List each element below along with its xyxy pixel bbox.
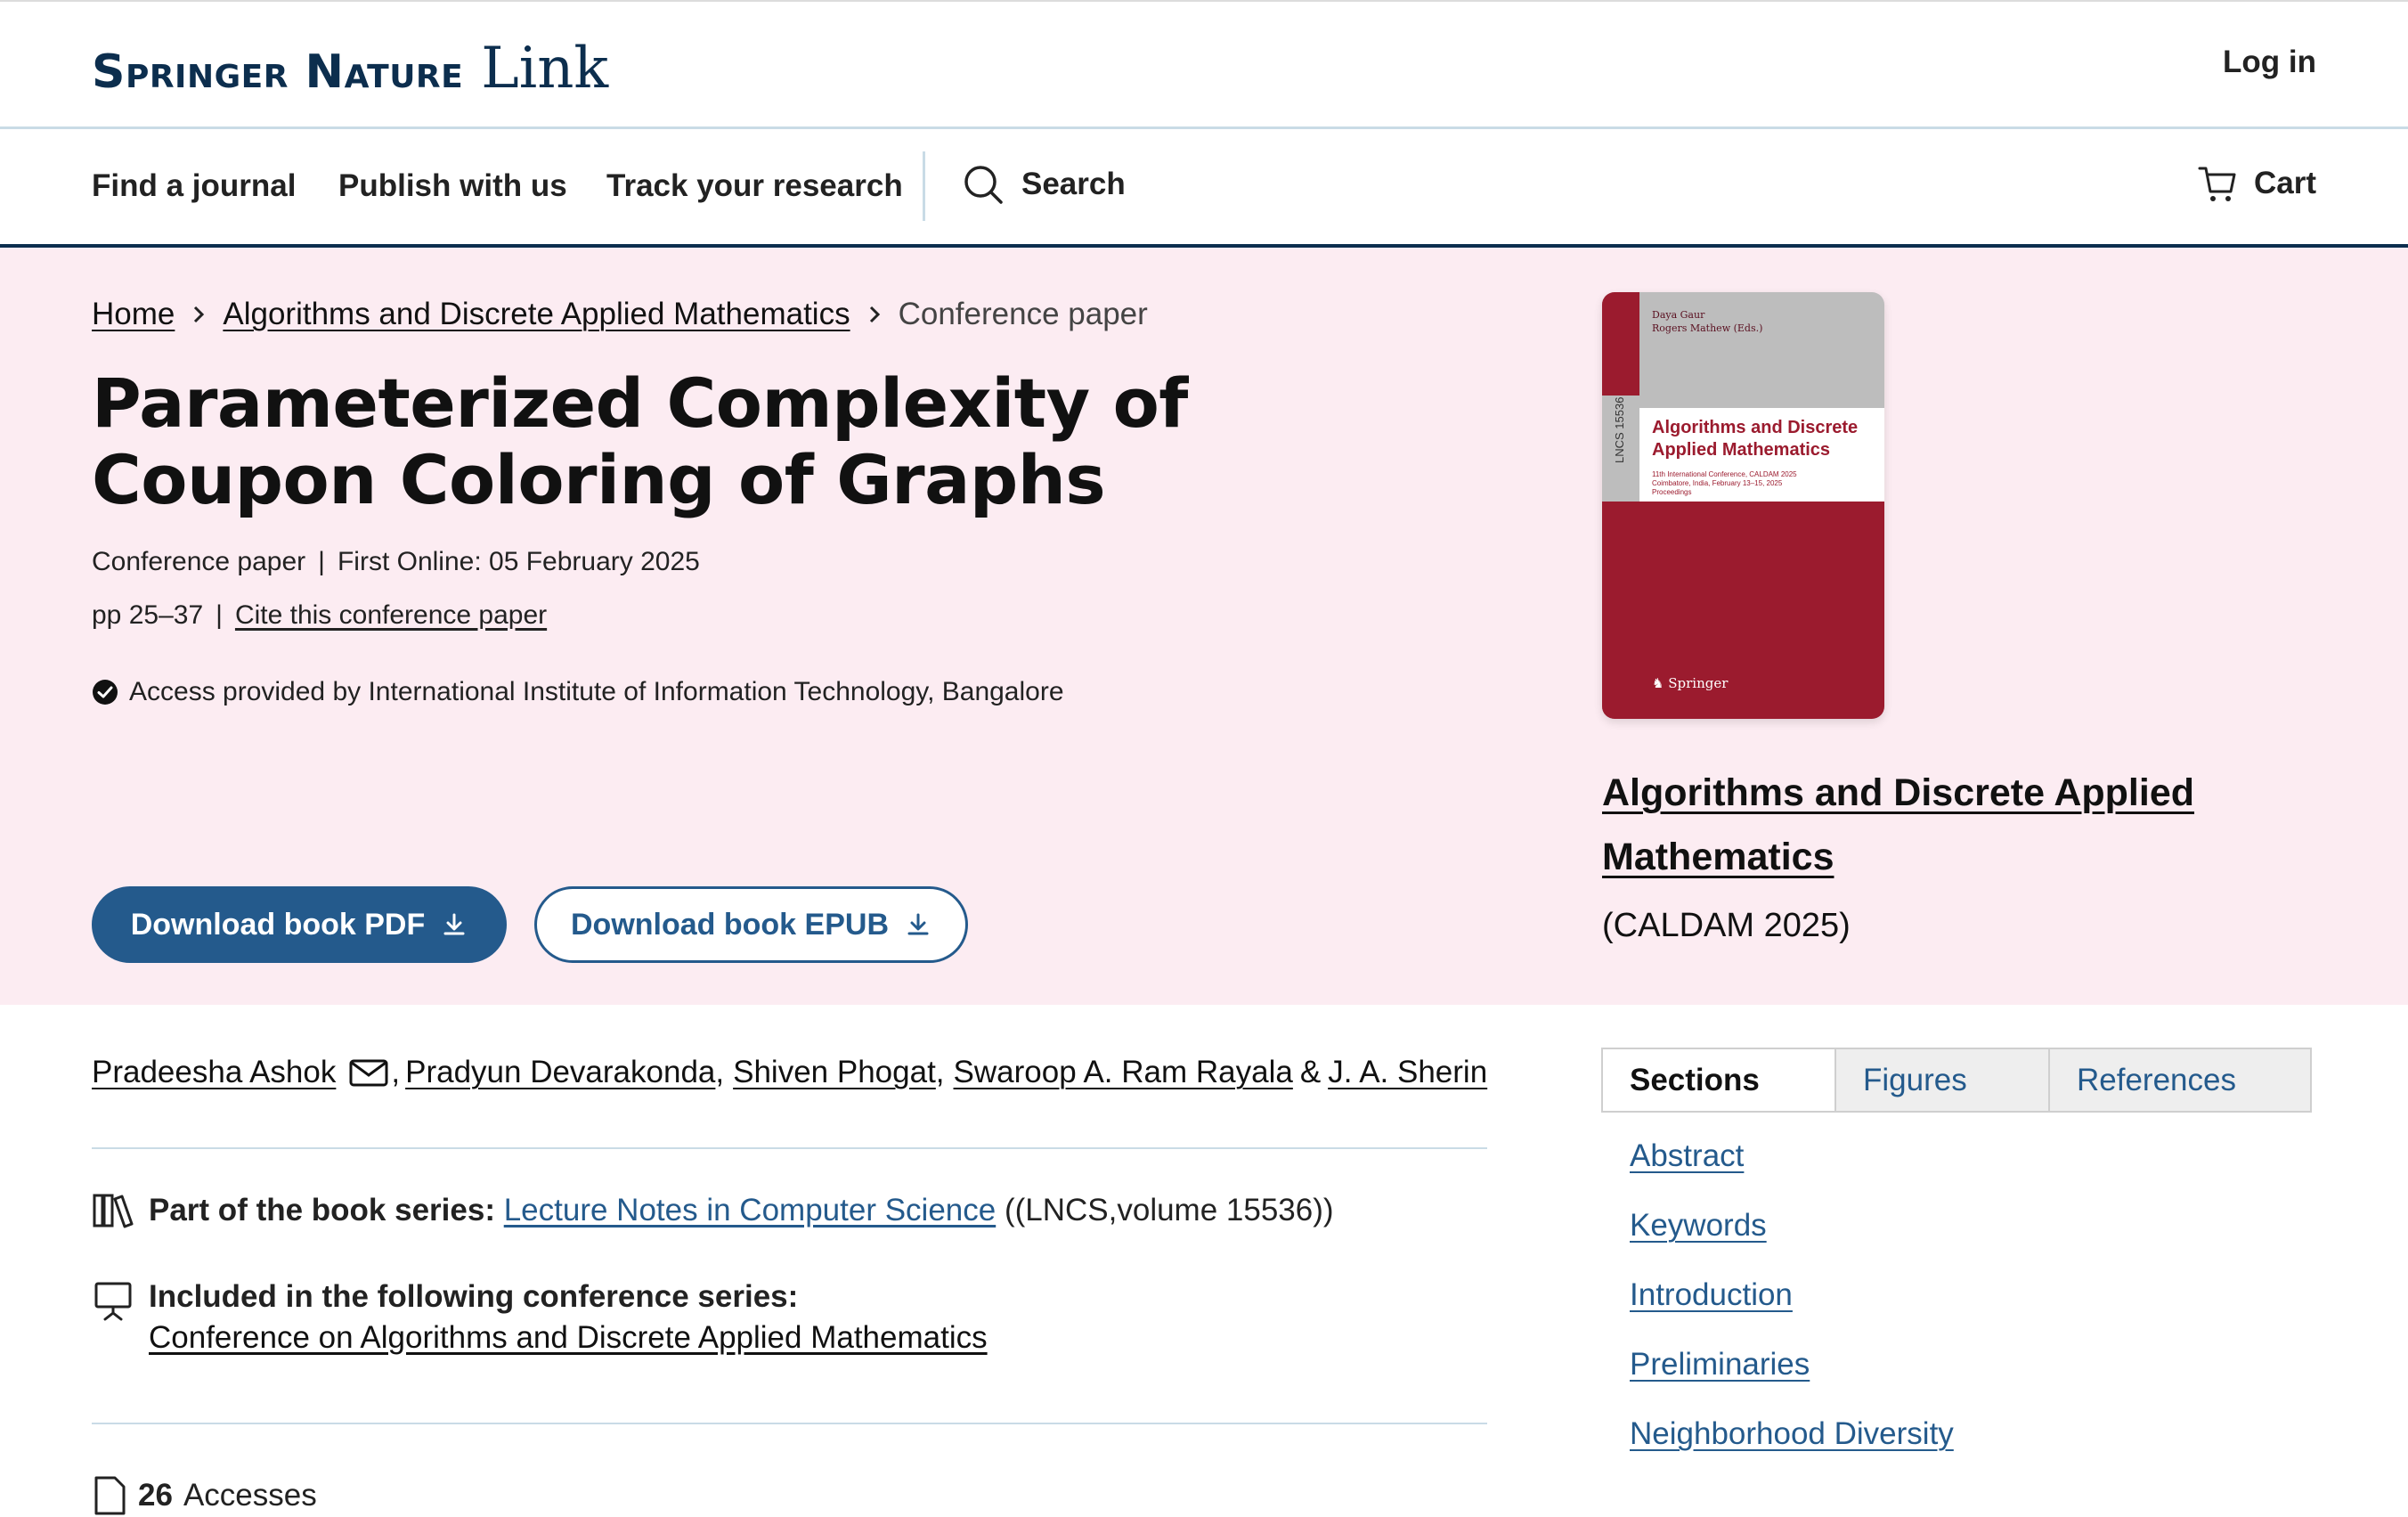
- breadcrumb-home[interactable]: Home: [92, 297, 175, 332]
- tab-sections[interactable]: Sections: [1603, 1049, 1836, 1111]
- top-header: Springer Nature Link Log in: [0, 0, 2408, 129]
- nav-divider: [923, 151, 925, 221]
- accesses-label: Accesses: [183, 1478, 317, 1513]
- conference-series-info: Included in the following conference ser…: [92, 1279, 988, 1356]
- tab-figures[interactable]: Figures: [1836, 1049, 2050, 1111]
- section-link-neighborhood-diversity[interactable]: Neighborhood Diversity: [1630, 1416, 1954, 1452]
- nav-publish-with-us[interactable]: Publish with us: [338, 168, 567, 204]
- conference-label: Included in the following conference ser…: [149, 1279, 799, 1314]
- author-link[interactable]: Pradyun Devarakonda: [405, 1055, 715, 1090]
- nav-find-journal[interactable]: Find a journal: [92, 168, 296, 204]
- search-button[interactable]: Search: [963, 164, 1126, 205]
- conference-series-link[interactable]: Conference on Algorithms and Discrete Ap…: [149, 1320, 988, 1356]
- cart-icon: [2198, 167, 2236, 201]
- cover-publisher: ♞ Springer: [1652, 675, 1729, 691]
- author-link[interactable]: Pradeesha Ashok: [92, 1055, 336, 1090]
- author-link[interactable]: J. A. Sherin: [1328, 1055, 1487, 1090]
- article-tabs: Sections Figures References: [1601, 1048, 2312, 1113]
- chevron-right-icon: [869, 306, 880, 323]
- chevron-right-icon: [194, 306, 205, 323]
- series-label: Part of the book series:: [149, 1193, 495, 1227]
- book-series-info: Part of the book series: Lecture Notes i…: [92, 1192, 1334, 1229]
- nav-track-research[interactable]: Track your research: [606, 168, 903, 204]
- presentation-icon: [94, 1282, 132, 1321]
- first-online-date: First Online: 05 February 2025: [337, 547, 700, 576]
- springer-horse-icon: ♞: [1652, 675, 1664, 691]
- section-link-introduction[interactable]: Introduction: [1630, 1277, 1954, 1313]
- download-epub-label: Download book EPUB: [571, 907, 889, 942]
- download-epub-button[interactable]: Download book EPUB: [534, 886, 968, 963]
- download-pdf-button[interactable]: Download book PDF: [92, 886, 507, 963]
- brand-link: Link: [481, 36, 609, 102]
- page-range: pp 25–37: [92, 600, 204, 630]
- section-link-keywords[interactable]: Keywords: [1630, 1208, 1954, 1244]
- author-link[interactable]: Shiven Phogat: [733, 1055, 936, 1090]
- author-link[interactable]: Swaroop A. Ram Rayala: [954, 1055, 1293, 1090]
- page-title: Parameterized Complexity of Coupon Color…: [92, 363, 1188, 519]
- cite-paper-link[interactable]: Cite this conference paper: [235, 600, 547, 630]
- download-icon: [443, 913, 465, 935]
- tab-references[interactable]: References: [2050, 1049, 2310, 1111]
- breadcrumb-current: Conference paper: [898, 297, 1148, 331]
- cover-editors: Daya Gaur Rogers Mathew (Eds.): [1652, 309, 1763, 334]
- download-pdf-label: Download book PDF: [130, 907, 426, 942]
- author-list: Pradeesha Ashok , Pradyun Devarakonda , …: [92, 1055, 1488, 1090]
- divider: [92, 1147, 1487, 1149]
- book-subtitle: (CALDAM 2025): [1602, 907, 1851, 944]
- mail-icon[interactable]: [348, 1056, 389, 1089]
- breadcrumb-book[interactable]: Algorithms and Discrete Applied Mathemat…: [223, 297, 850, 332]
- accesses-count: 26: [138, 1478, 173, 1513]
- cover-title: Algorithms and Discrete Applied Mathemat…: [1652, 418, 1859, 460]
- check-circle-icon: [93, 680, 118, 705]
- document-icon: [94, 1476, 126, 1515]
- paper-type: Conference paper: [92, 547, 306, 576]
- section-link-preliminaries[interactable]: Preliminaries: [1630, 1347, 1954, 1382]
- search-label: Search: [1021, 167, 1126, 201]
- series-volume: ((LNCS,volume 15536)): [1004, 1193, 1334, 1227]
- cart-button[interactable]: Cart: [2197, 163, 2316, 204]
- book-cover-image[interactable]: LNCS 15536 Daya Gaur Rogers Mathew (Eds.…: [1602, 292, 1884, 719]
- books-icon: [93, 1194, 134, 1228]
- search-icon: [964, 166, 1003, 204]
- springer-nature-link-logo[interactable]: Springer Nature Link: [92, 36, 608, 102]
- cart-label: Cart: [2253, 166, 2316, 200]
- paper-pages-row: pp 25–37 | Cite this conference paper: [92, 600, 548, 630]
- section-link-abstract[interactable]: Abstract: [1630, 1138, 1954, 1174]
- book-title-link[interactable]: Algorithms and Discrete Applied Mathemat…: [1602, 761, 2332, 889]
- access-notice: Access provided by International Institu…: [92, 677, 1064, 707]
- cover-conference: 11th International Conference, CALDAM 20…: [1652, 470, 1797, 496]
- login-link[interactable]: Log in: [2223, 45, 2316, 80]
- breadcrumb: Home Algorithms and Discrete Applied Mat…: [92, 297, 1148, 332]
- brand-main: Springer Nature: [92, 45, 464, 99]
- download-icon: [907, 913, 929, 935]
- access-text: Access provided by International Institu…: [129, 677, 1064, 706]
- paper-meta: Conference paper | First Online: 05 Februa…: [92, 547, 700, 576]
- divider: [92, 1423, 1487, 1424]
- cover-series-tag: LNCS 15536: [1613, 396, 1626, 463]
- section-list: Abstract Keywords Introduction Prelimina…: [1630, 1138, 1954, 1452]
- series-link[interactable]: Lecture Notes in Computer Science: [504, 1193, 997, 1227]
- accesses-metric: 26 Accesses: [92, 1474, 317, 1517]
- main-nav: Find a journal Publish with us Track you…: [0, 129, 2408, 248]
